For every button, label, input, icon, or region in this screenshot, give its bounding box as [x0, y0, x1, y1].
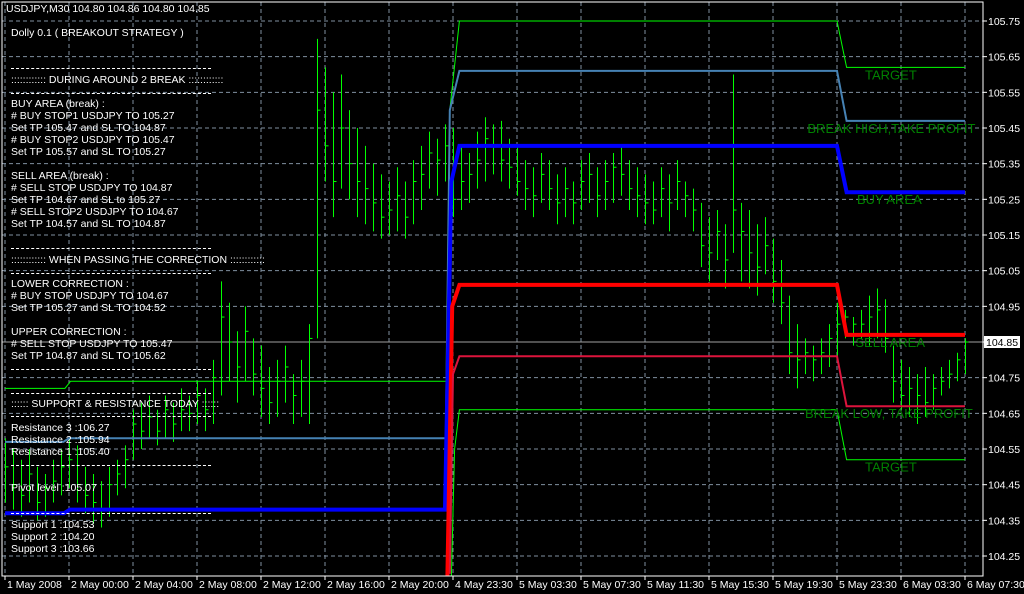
price-chart[interactable]: TARGET BREAK HIGH,TAKE PROFIT BUY AREA SELL… [0, 0, 1024, 594]
y-tick-label: 104.45 [988, 480, 1020, 492]
x-tick-label: 6 May 03:30 [903, 579, 961, 591]
sell-area-line [445, 282, 965, 577]
annotation-label: TARGET [865, 67, 917, 82]
y-tick-label: 105.65 [988, 52, 1020, 64]
x-tick-label: 5 May 19:30 [775, 579, 833, 591]
y-tick-label: 104.35 [988, 515, 1020, 527]
buy-area-line [5, 143, 965, 516]
annotation-label: BUY AREA [857, 192, 922, 207]
x-tick-label: 5 May 03:30 [519, 579, 577, 591]
x-tick-label: 2 May 16:00 [327, 579, 385, 591]
y-tick-label: 105.25 [988, 194, 1020, 206]
y-tick-label: 104.55 [988, 444, 1020, 456]
x-tick-label: 2 May 12:00 [263, 579, 321, 591]
x-tick-label: 2 May 04:00 [135, 579, 193, 591]
x-tick-label: 2 May 08:00 [199, 579, 257, 591]
target-low-line [450, 409, 965, 577]
x-tick-label: 6 May 07:30 [967, 579, 1024, 591]
chart-window: TARGET BREAK HIGH,TAKE PROFIT BUY AREA SELL… [0, 0, 1024, 594]
y-tick-label: 104.65 [988, 408, 1020, 420]
x-tick-label: 2 May 20:00 [391, 579, 449, 591]
y-tick-label: 105.05 [988, 266, 1020, 278]
x-tick-label: 4 May 23:30 [455, 579, 513, 591]
y-tick-label: 105.45 [988, 123, 1020, 135]
y-tick-label: 105.75 [988, 16, 1020, 28]
x-tick-label: 1 May 2008 [7, 579, 62, 591]
y-tick-label: 104.95 [988, 301, 1020, 313]
y-tick-label: 104.25 [988, 551, 1020, 563]
x-tick-label: 5 May 23:30 [839, 579, 897, 591]
target-high-line [5, 20, 965, 389]
y-tick-label: 105.15 [988, 230, 1020, 242]
y-tick-label: 104.75 [988, 373, 1020, 385]
x-tick-label: 5 May 11:30 [647, 579, 704, 591]
annotation-label: SELL AREA [855, 335, 925, 350]
y-tick-label: 105.35 [988, 159, 1020, 171]
x-tick-label: 5 May 07:30 [583, 579, 641, 591]
annotation-label: TARGET [865, 460, 917, 475]
x-tick-label: 2 May 00:00 [71, 579, 129, 591]
x-tick-label: 5 May 15:30 [711, 579, 769, 591]
y-tick-label: 105.55 [988, 87, 1020, 99]
current-price-label: 104.85 [986, 337, 1018, 349]
annotation-label: BREAK HIGH,TAKE PROFIT [807, 121, 975, 136]
annotation-label: BREAK LOW, TAKE PROFIT [805, 406, 973, 421]
